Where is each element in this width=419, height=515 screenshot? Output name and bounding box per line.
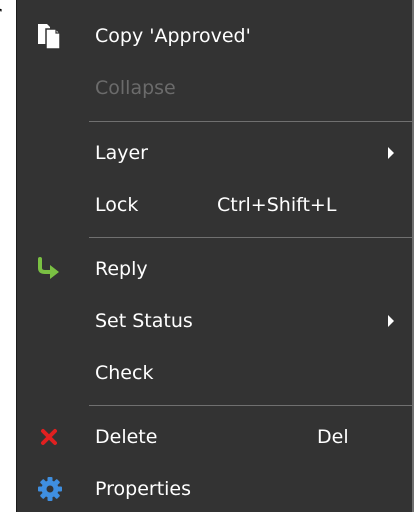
gear-icon	[35, 475, 65, 503]
delete-x-icon	[35, 423, 65, 451]
menu-item-delete[interactable]: Delete Del	[17, 411, 412, 463]
menu-separator	[89, 121, 412, 122]
menu-item-shortcut: Del	[317, 426, 349, 448]
menu-item-label: Reply	[95, 258, 148, 280]
menu-item-copy[interactable]: Copy 'Approved'	[17, 10, 412, 62]
context-menu: Copy 'Approved' Collapse Layer Lock Ctrl…	[16, 0, 414, 512]
submenu-arrow-icon	[388, 147, 394, 159]
menu-item-label: Layer	[95, 142, 148, 164]
menu-item-label: Lock	[95, 194, 139, 216]
menu-item-label: Delete	[95, 426, 158, 448]
submenu-arrow-icon	[388, 315, 394, 327]
copy-icon	[35, 22, 65, 50]
menu-item-label: Properties	[95, 478, 192, 500]
reply-arrow-icon	[35, 255, 65, 283]
menu-item-properties[interactable]: Properties	[17, 463, 412, 515]
menu-item-shortcut: Ctrl+Shift+L	[217, 194, 337, 216]
menu-item-check[interactable]: Check	[17, 347, 412, 399]
menu-separator	[89, 237, 412, 238]
menu-item-label: Set Status	[95, 310, 193, 332]
menu-item-reply[interactable]: Reply	[17, 243, 412, 295]
menu-separator	[89, 405, 412, 406]
menu-item-label: Collapse	[95, 77, 176, 99]
menu-item-label: Check	[95, 362, 154, 384]
menu-item-collapse[interactable]: Collapse	[17, 62, 412, 114]
menu-item-layer[interactable]: Layer	[17, 127, 412, 179]
menu-item-lock[interactable]: Lock Ctrl+Shift+L	[17, 179, 412, 231]
menu-item-set-status[interactable]: Set Status	[17, 295, 412, 347]
menu-item-label: Copy 'Approved'	[95, 25, 251, 47]
